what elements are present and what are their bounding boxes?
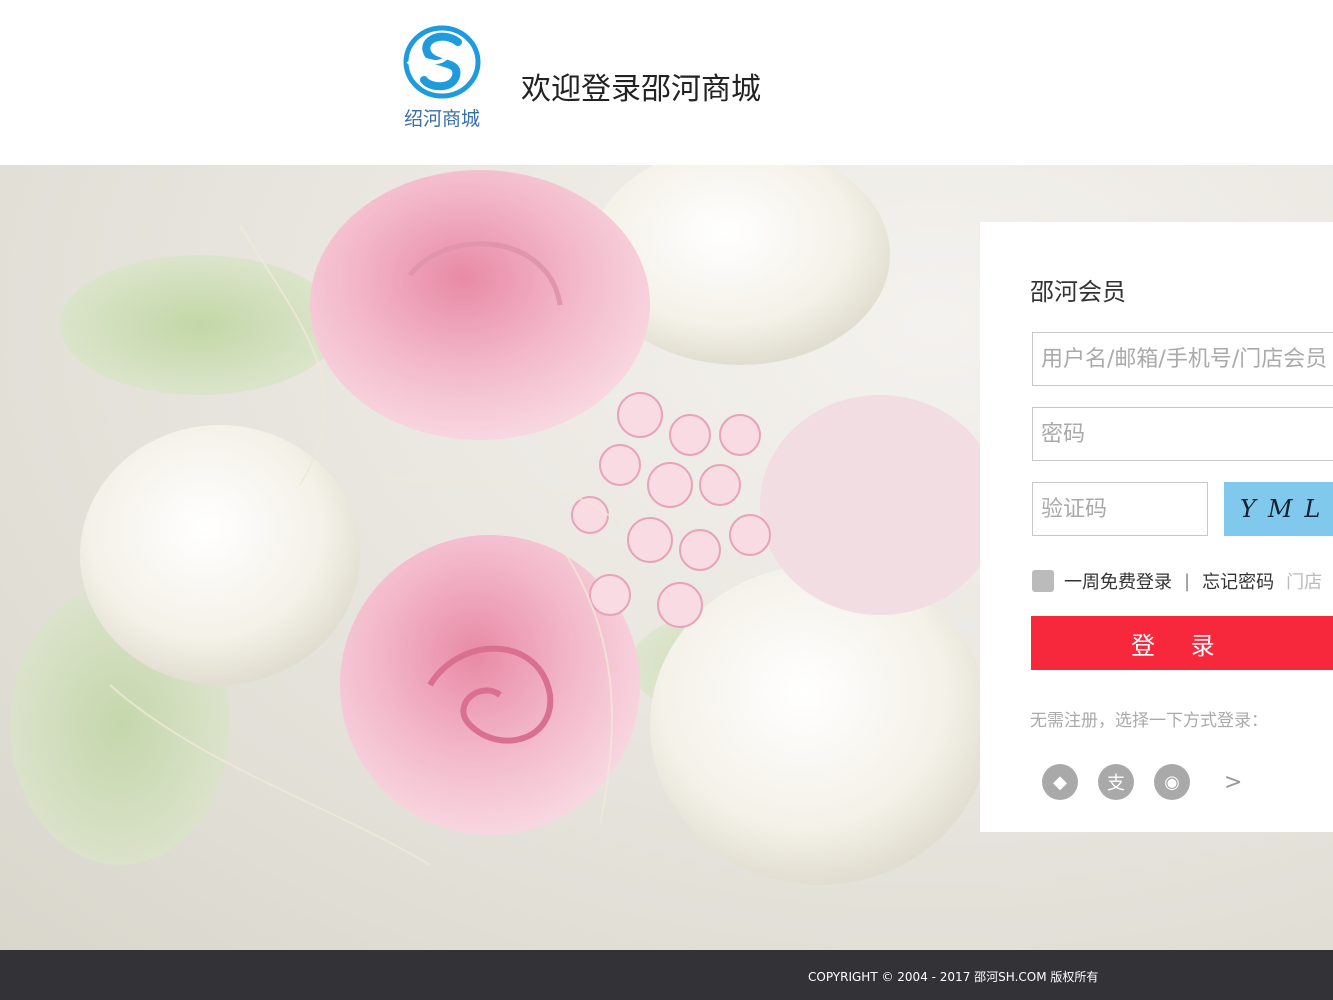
login-panel: 邵河会员 YML 一周免费登录 | 忘记密码 门店 登 录 无需注册，选择一下方… [980,222,1333,832]
captcha-image[interactable]: YML [1224,482,1333,536]
logo-mark-icon [403,25,481,99]
remember-label[interactable]: 一周免费登录 [1064,568,1172,594]
password-field[interactable] [1032,407,1333,461]
divider: | [1184,570,1191,592]
captcha-field[interactable] [1032,482,1208,536]
social-login-row: ◆ 支 ◉ > [1042,764,1242,800]
qq-icon[interactable]: ◆ [1042,764,1078,800]
captcha-input[interactable] [1033,483,1207,535]
page-footer: COPYRIGHT © 2004 - 2017 邵河SH.COM 版权所有 [0,950,1333,1000]
page-title: 欢迎登录邵河商城 [521,72,761,107]
wechat-icon[interactable]: ◉ [1154,764,1190,800]
login-options: 一周免费登录 | 忘记密码 门店 [1032,568,1322,594]
login-title: 邵河会员 [1030,278,1126,306]
remember-checkbox[interactable] [1032,570,1054,592]
forgot-password-link[interactable]: 忘记密码 [1202,568,1274,594]
store-login-link[interactable]: 门店 [1286,568,1322,594]
login-button[interactable]: 登 录 [1031,616,1333,670]
page-header: 绍河商城 欢迎登录邵河商城 [0,0,1333,165]
password-input[interactable] [1033,408,1333,460]
alipay-icon[interactable]: 支 [1098,764,1134,800]
copyright-text: COPYRIGHT © 2004 - 2017 邵河SH.COM 版权所有 [808,970,1099,984]
more-login-options-icon[interactable]: > [1224,770,1242,795]
username-field[interactable] [1032,332,1333,386]
logo-text: 绍河商城 [403,108,480,130]
alt-login-text: 无需注册，选择一下方式登录： [1030,711,1268,731]
username-input[interactable] [1033,333,1333,385]
site-logo[interactable]: 绍河商城 [400,24,484,134]
